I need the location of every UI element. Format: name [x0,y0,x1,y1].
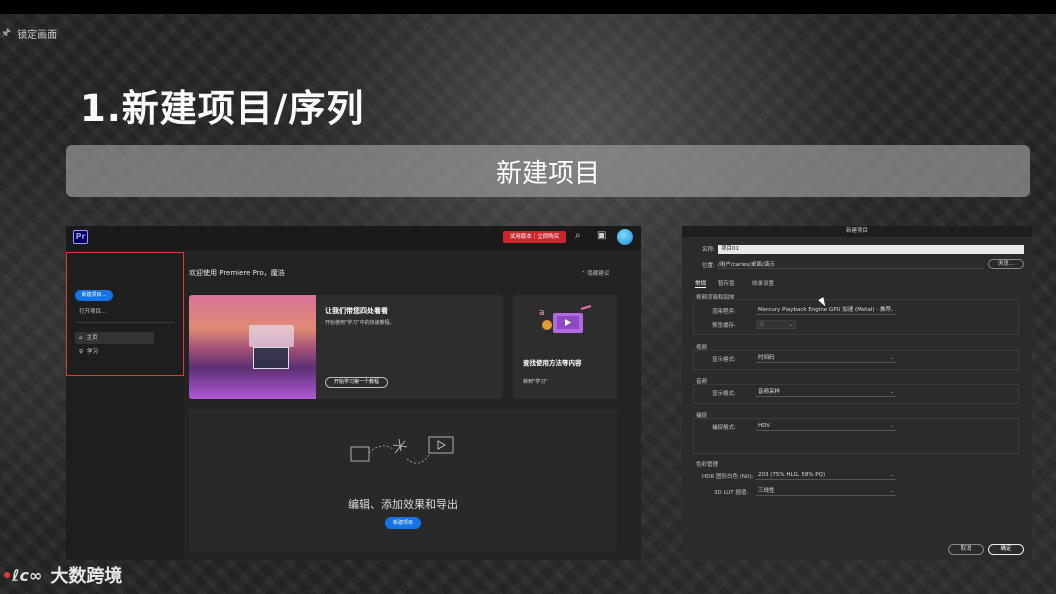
chevron-down-icon: ⌄ [889,389,894,395]
cancel-button[interactable]: 取消 [948,544,984,555]
lock-screen-toggle[interactable]: 🖈 锁定画面 [1,24,57,43]
lightbulb-icon: ♀ [79,349,84,355]
lut-value: 三线性 [758,488,775,494]
browse-button[interactable]: 浏览... [988,259,1024,269]
chevron-down-icon: ⌄ [889,355,894,361]
lock-screen-label: 锁定画面 [17,30,58,41]
dialog-title: 新建项目 [682,226,1032,237]
lut-label: 3D LUT 插值: [714,490,749,496]
hide-tips-label: 隐藏建议 [587,271,610,277]
learn-illustration: a [539,305,592,333]
brand-name: 大数跨境 [50,566,123,587]
gift-icon[interactable]: ▣ [597,230,606,241]
svg-text:a: a [539,308,545,318]
chevron-down-icon: ⌄ [889,307,894,313]
ui-panel-graphic [249,325,294,347]
premiere-home-window: Pr 试用版本｜立即购买 ⌕ ▣ 新建项目... 打开项目... ⌂ 主页 ♀ … [66,226,641,560]
tour-card: 让我们带您四处看看 开始使用"学习"中的快速教程。 开始学习第一个教程 [189,295,503,399]
name-label: 名称: [702,247,715,253]
capture-select[interactable]: HDV ⌄ [756,422,896,431]
sidebar-item-label: 学习 [87,349,99,355]
renderer-value: Mercury Playback Engine GPU 加速 (Metal) -… [758,307,891,313]
tour-card-title: 让我们带您四处看看 [325,307,388,315]
location-select[interactable]: /用户/carles/桌面/演示 [718,260,984,269]
chevron-down-icon: ⌄ [889,472,894,478]
lut-select[interactable]: 三线性 ⌄ [756,487,896,496]
search-icon[interactable]: ⌕ [575,230,581,241]
section-title: 1.新建项目/序列 [80,87,365,130]
video-display-label: 显示格式: [712,357,736,363]
tab-ingest-settings[interactable]: 收录设置 [752,279,774,287]
premiere-header: Pr 试用版本｜立即购买 ⌕ ▣ [66,226,641,250]
hdr-value: 203 (75% HLG, 58% PQ) [758,472,826,478]
capture-label: 捕捉格式: [712,425,736,431]
hdr-label: HDR 图形白色 (Nit): [702,474,754,480]
video-display-value: 时间码 [758,355,775,361]
hdr-select[interactable]: 203 (75% HLG, 58% PQ) ⌄ [756,471,896,480]
project-name-input[interactable]: 项目01 [718,245,1024,254]
welcome-text: 欢迎使用 Premiere Pro，魔浩 [189,269,285,277]
tour-card-desc: 开始使用"学习"中的快速教程。 [325,320,395,326]
sidebar-divider [75,322,175,323]
sidebar-item-home[interactable]: ⌂ 主页 [75,332,154,344]
sidebar-item-label: 主页 [86,335,98,341]
chevron-down-icon: ⌄ [889,423,894,429]
video-display-select[interactable]: 时间码 ⌄ [756,354,896,363]
trial-buy-button[interactable]: 试用版本｜立即购买 [503,231,566,243]
location-label: 位置: [702,263,715,269]
tab-general[interactable]: 常规 [695,279,707,288]
audio-display-label: 显示格式: [712,391,736,397]
find-card-title: 查找使用方法等内容 [523,359,582,367]
top-letterbox [0,0,1056,14]
chevron-down-icon: ⌄ [788,322,793,328]
preview-cache-value: 无 [759,322,765,328]
record-dot [4,572,10,578]
sidebar: 新建项目... 打开项目... ⌂ 主页 ♀ 学习 [66,250,184,560]
edit-export-illustration [350,436,454,464]
edit-export-caption: 编辑、添加效果和导出 [348,498,458,511]
new-project-card: 编辑、添加效果和导出 新建项目 [189,409,617,553]
new-project-dialog: 新建项目 名称: 项目01 位置: /用户/carles/桌面/演示 浏览...… [682,226,1032,560]
preview-cache-label: 预览缓存: [712,323,736,329]
tab-scratch-disks[interactable]: 暂存盘 [718,279,735,287]
open-project-link[interactable]: 打开项目... [79,307,106,315]
new-project-button[interactable]: 新建项目... [75,290,113,301]
hide-tips-toggle[interactable]: ⌃ 隐藏建议 [581,269,609,277]
brand-logo: ℓc∞ [12,565,43,585]
renderer-section [693,299,1019,335]
new-project-button-main[interactable]: 新建项目 [385,517,421,529]
avatar[interactable] [617,229,633,245]
ok-button[interactable]: 确定 [988,544,1024,555]
pin-icon: 🖈 [1,26,12,39]
go-to-learn-link[interactable]: 转到"学习" [523,378,548,385]
banner-title: 新建项目 [66,145,1030,197]
home-icon: ⌂ [79,335,83,341]
ui-panel-graphic [253,347,289,369]
tour-card-image [189,295,316,399]
premiere-logo: Pr [73,230,88,244]
sidebar-item-learn[interactable]: ♀ 学习 [75,346,154,358]
audio-display-value: 音频采样 [758,389,781,395]
find-howto-card[interactable]: a 查找使用方法等内容 转到"学习" [513,295,617,399]
color-section-title: 色彩管理 [696,462,719,468]
chevron-down-icon: ⌄ [889,488,894,494]
brand-watermark: ℓc∞ 大数跨境 [4,562,122,588]
renderer-select[interactable]: Mercury Playback Engine GPU 加速 (Metal) -… [756,306,896,315]
audio-display-select[interactable]: 音频采样 ⌄ [756,388,896,397]
start-tutorial-button[interactable]: 开始学习第一个教程 [325,377,388,388]
location-value: /用户/carles/桌面/演示 [718,262,775,268]
renderer-label: 渲染程序: [712,309,736,315]
preview-cache-select: 无 ⌄ [756,320,796,329]
capture-value: HDV [758,423,771,429]
